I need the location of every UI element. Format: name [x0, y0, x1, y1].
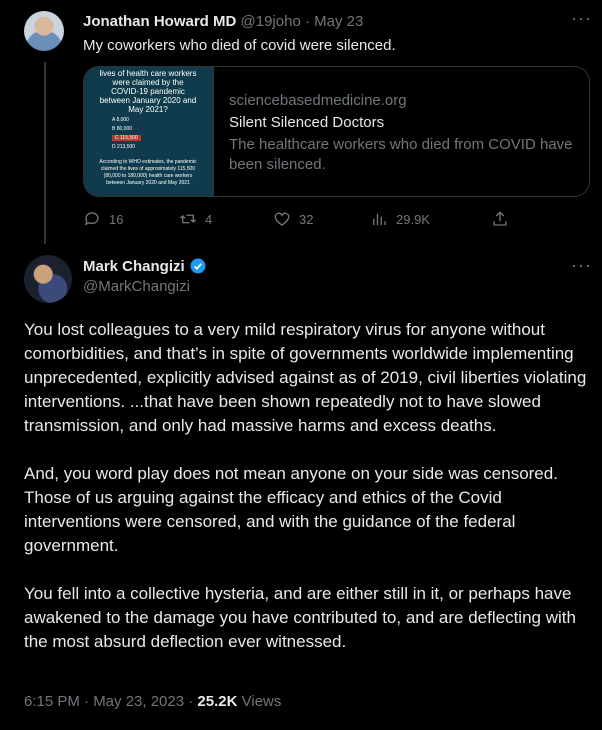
option-a: A 8,000 — [112, 117, 129, 123]
views-button[interactable]: 29.9K — [370, 210, 430, 228]
tweet-text: My coworkers who died of covid were sile… — [83, 37, 396, 54]
option-b: B 80,000 — [112, 126, 133, 132]
paragraph: You lost colleagues to a very mild respi… — [24, 320, 587, 435]
like-button[interactable]: 32 — [273, 210, 313, 228]
reply-button[interactable]: 16 — [83, 210, 123, 228]
reply-icon — [84, 212, 99, 226]
card-image: lives of health care workers were claime… — [84, 67, 214, 196]
retweet-count: 4 — [205, 211, 213, 227]
option-c: C 115,500 — [112, 135, 141, 141]
paragraph: You fell into a collective hysteria, and… — [24, 584, 576, 651]
card-body: sciencebasedmedicine.org Silent Silenced… — [229, 91, 579, 175]
card-domain: sciencebasedmedicine.org — [229, 92, 407, 109]
paragraph: And, you word play does not mean anyone … — [24, 464, 558, 555]
author-name[interactable]: Jonathan Howard MD — [83, 13, 236, 30]
retweet-button[interactable]: 4 — [179, 210, 212, 228]
tweet-text: You lost colleagues to a very mild respi… — [24, 318, 592, 678]
views-count: 25.2K — [197, 693, 238, 710]
card-image-note: According to WHO estimates, the pandemic… — [99, 159, 197, 186]
share-button[interactable] — [491, 210, 509, 228]
option-d: D 213,500 — [112, 144, 136, 150]
views-count: 29.9K — [396, 211, 430, 227]
link-card[interactable]: lives of health care workers were claime… — [83, 66, 590, 197]
author-name[interactable]: Mark Changizi — [83, 258, 185, 275]
reply-count: 16 — [109, 211, 124, 227]
like-count: 32 — [299, 211, 314, 227]
tweet-header: Jonathan Howard MD @19joho · May 23 — [83, 13, 363, 30]
card-title: Silent Silenced Doctors — [229, 114, 385, 131]
heart-icon — [274, 212, 290, 226]
card-image-caption: lives of health care workers were claime… — [99, 69, 197, 114]
author-handle[interactable]: @MarkChangizi — [83, 278, 190, 295]
author-name-row: Mark Changizi — [83, 257, 207, 275]
tweet-actions: 16 4 32 29.9K — [83, 210, 508, 230]
views-label: Views — [241, 693, 282, 710]
avatar[interactable] — [24, 11, 64, 51]
tweet-meta: 6:15 PM · May 23, 2023 · 25.2K Views — [24, 693, 281, 710]
tweet-date[interactable]: · May 23 — [305, 13, 363, 30]
parent-tweet[interactable]: Jonathan Howard MD @19joho · May 23 ··· … — [0, 0, 602, 245]
more-options-icon[interactable]: ··· — [571, 255, 592, 276]
retweet-icon — [180, 214, 196, 224]
verified-badge-icon — [190, 258, 206, 274]
analytics-icon — [373, 213, 386, 225]
timestamp[interactable]: 6:15 PM · May 23, 2023 · — [24, 693, 193, 710]
card-image-options: A 8,000 B 80,000 C 115,500 D 213,500 — [112, 116, 172, 152]
share-icon — [493, 211, 507, 226]
avatar[interactable] — [24, 255, 72, 303]
card-description: The healthcare workers who died from COV… — [229, 136, 573, 173]
more-options-icon[interactable]: ··· — [571, 8, 592, 29]
author-handle[interactable]: @19joho — [241, 13, 301, 30]
